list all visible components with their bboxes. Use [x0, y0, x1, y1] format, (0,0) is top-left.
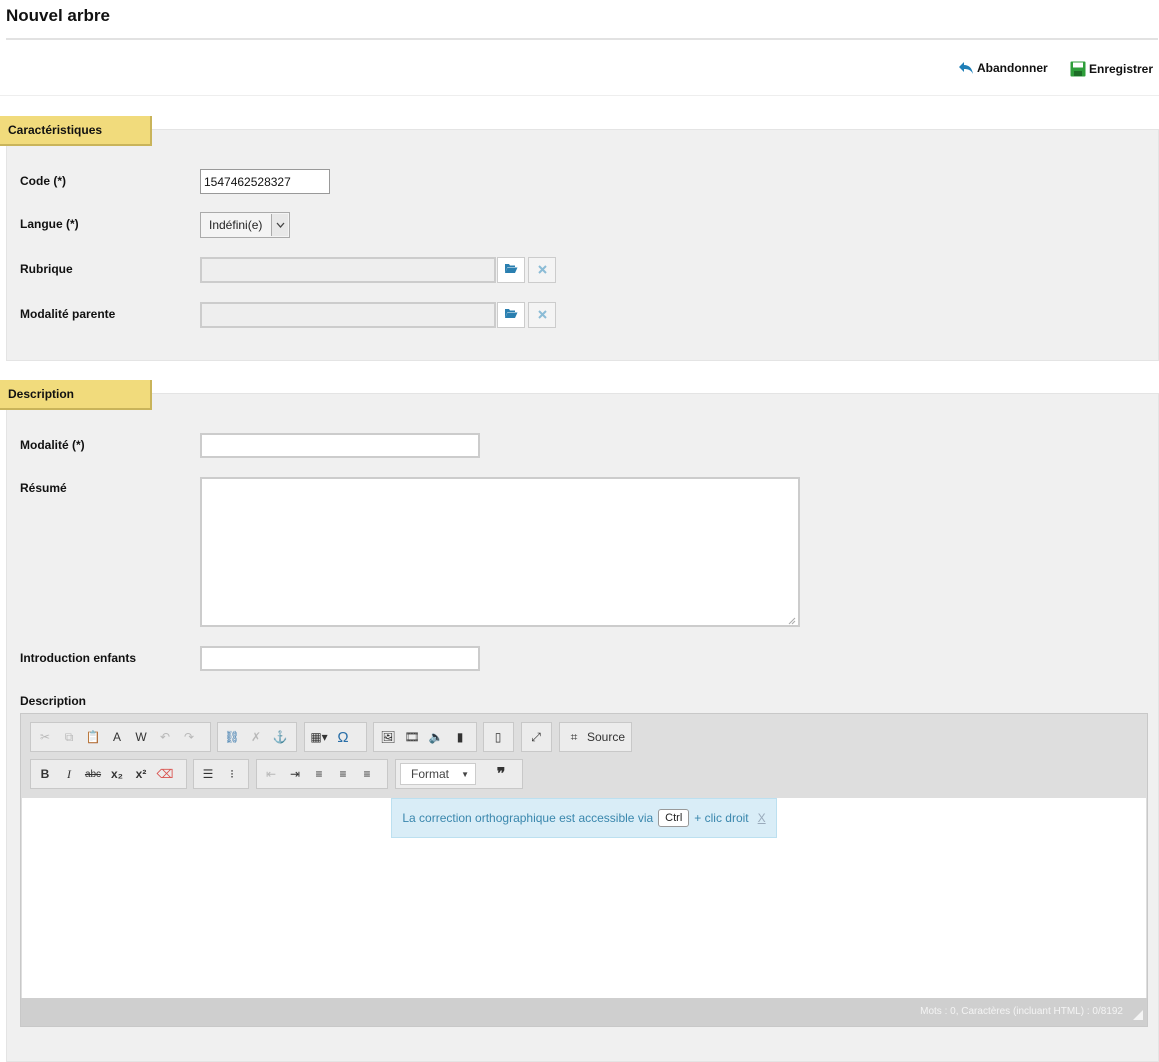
- code-label: Code (*): [20, 174, 66, 188]
- special-char-icon[interactable]: Ω: [332, 726, 354, 748]
- rubric-input[interactable]: [200, 257, 496, 283]
- superscript-icon[interactable]: x²: [130, 763, 152, 785]
- align-center-icon[interactable]: ≡: [332, 763, 354, 785]
- source-button[interactable]: ⌗ Source: [559, 722, 632, 752]
- spellcheck-notice-text: La correction orthographique est accessi…: [402, 811, 654, 825]
- paste-word-icon[interactable]: W: [130, 726, 152, 748]
- basic-style-toolbar-group: B I abc x₂ x² ⌫: [30, 759, 187, 789]
- cancel-button[interactable]: Abandonner: [958, 61, 1048, 75]
- undo-arrow-icon: [958, 61, 974, 75]
- remove-format-icon[interactable]: ⌫: [154, 763, 176, 785]
- parent-modality-clear-button[interactable]: [528, 302, 556, 328]
- spellcheck-notice: La correction orthographique est accessi…: [391, 798, 777, 838]
- unlink-icon[interactable]: ✗: [245, 726, 267, 748]
- template-icon[interactable]: ▯: [487, 726, 509, 748]
- audio-icon[interactable]: 🔈: [425, 726, 447, 748]
- template-toolbar-group: ▯: [483, 722, 514, 752]
- rubric-clear-button[interactable]: [528, 257, 556, 283]
- paste-icon[interactable]: 📋: [82, 726, 104, 748]
- bold-icon[interactable]: B: [34, 763, 56, 785]
- characteristics-tab: Caractéristiques: [0, 116, 152, 146]
- align-left-icon[interactable]: ≡: [308, 763, 330, 785]
- close-icon: [537, 308, 547, 322]
- anchor-icon[interactable]: ⚓: [269, 726, 291, 748]
- word-count: Mots : 0, Caractères (incluant HTML) : 0…: [920, 1006, 1123, 1017]
- source-icon: ⌗: [570, 729, 578, 744]
- format-toolbar-group: Format ▼ ❞: [395, 759, 523, 789]
- undo-icon[interactable]: ↶: [154, 726, 176, 748]
- action-bar-divider: [0, 95, 1159, 96]
- intro-children-input[interactable]: [200, 646, 480, 671]
- parent-modality-browse-button[interactable]: [497, 302, 525, 328]
- description-tab: Description: [0, 380, 152, 410]
- summary-label: Résumé: [20, 481, 67, 495]
- folder-open-icon: [504, 263, 518, 277]
- spellcheck-notice-suffix: + clic droit: [694, 811, 749, 825]
- language-select[interactable]: Indéfini(e): [200, 212, 290, 238]
- align-right-icon[interactable]: ≡: [356, 763, 378, 785]
- folder-open-icon: [504, 308, 518, 322]
- align-toolbar-group: ⇤ ⇥ ≡ ≡ ≡: [256, 759, 388, 789]
- caret-down-icon: ▼: [461, 769, 469, 779]
- insert-toolbar-group: ▦▾ Ω: [304, 722, 367, 752]
- resize-grip-icon[interactable]: [786, 614, 796, 628]
- subscript-icon[interactable]: x₂: [106, 763, 128, 785]
- summary-textarea[interactable]: [200, 477, 800, 627]
- ctrl-key: Ctrl: [658, 809, 690, 827]
- copy-icon[interactable]: ⧉: [58, 726, 80, 748]
- link-icon[interactable]: ⛓: [221, 726, 243, 748]
- rubric-label: Rubrique: [20, 262, 73, 276]
- description-label: Description: [20, 694, 87, 708]
- language-select-value: Indéfini(e): [209, 218, 263, 232]
- characteristics-section: [6, 129, 1159, 361]
- intro-children-label: Introduction enfants: [20, 651, 136, 665]
- cancel-label: Abandonner: [977, 61, 1048, 75]
- parent-modality-input[interactable]: [200, 302, 496, 328]
- source-label: Source: [587, 730, 626, 744]
- italic-icon[interactable]: I: [58, 763, 80, 785]
- bullet-list-icon[interactable]: ⁝: [221, 763, 243, 785]
- link-toolbar-group: ⛓ ✗ ⚓: [217, 722, 297, 752]
- title-divider: [6, 38, 1158, 40]
- maximize-icon[interactable]: ⤢: [525, 726, 547, 748]
- table-icon[interactable]: ▦▾: [308, 726, 330, 748]
- parent-modality-label: Modalité parente: [20, 307, 116, 321]
- language-label: Langue (*): [20, 217, 79, 231]
- format-label: Format: [411, 767, 450, 781]
- clipboard-toolbar-group: ✂ ⧉ 📋 A W ↶ ↷: [30, 722, 211, 752]
- editor-status-bar: Mots : 0, Caractères (incluant HTML) : 0…: [21, 998, 1147, 1026]
- indent-icon[interactable]: ⇥: [284, 763, 306, 785]
- code-input[interactable]: 1547462528327: [200, 169, 330, 194]
- outdent-icon[interactable]: ⇤: [260, 763, 282, 785]
- list-toolbar-group: ☰ ⁝: [193, 759, 249, 789]
- rubric-browse-button[interactable]: [497, 257, 525, 283]
- video-icon[interactable]: 🎞: [401, 726, 423, 748]
- rich-text-editor: ✂ ⧉ 📋 A W ↶ ↷ ⛓ ✗ ⚓ ▦▾ Ω 🖼 🎞 🔈 ▮ ▯ ⤢ ⌗ S…: [20, 713, 1148, 1027]
- floppy-disk-icon: [1070, 61, 1086, 77]
- redo-icon[interactable]: ↷: [178, 726, 200, 748]
- maximize-toolbar-group: ⤢: [521, 722, 552, 752]
- save-button[interactable]: Enregistrer: [1070, 61, 1153, 77]
- cut-icon[interactable]: ✂: [34, 726, 56, 748]
- modality-label: Modalité (*): [20, 438, 85, 452]
- chevron-down-icon: [271, 214, 288, 236]
- page-title: Nouvel arbre: [6, 6, 110, 25]
- editor-resize-icon[interactable]: [1133, 1009, 1143, 1023]
- flash-icon[interactable]: ▮: [449, 726, 471, 748]
- close-icon: [537, 263, 547, 277]
- paste-text-icon[interactable]: A: [106, 726, 128, 748]
- strike-icon[interactable]: abc: [82, 763, 104, 785]
- numbered-list-icon[interactable]: ☰: [197, 763, 219, 785]
- image-icon[interactable]: 🖼: [377, 726, 399, 748]
- blockquote-icon[interactable]: ❞: [490, 763, 512, 785]
- editor-content-area[interactable]: La correction orthographique est accessi…: [22, 798, 1146, 998]
- media-toolbar-group: 🖼 🎞 🔈 ▮: [373, 722, 477, 752]
- format-dropdown[interactable]: Format ▼: [400, 763, 476, 785]
- modality-input[interactable]: [200, 433, 480, 458]
- spellcheck-notice-close[interactable]: X: [758, 811, 766, 825]
- save-label: Enregistrer: [1089, 62, 1154, 76]
